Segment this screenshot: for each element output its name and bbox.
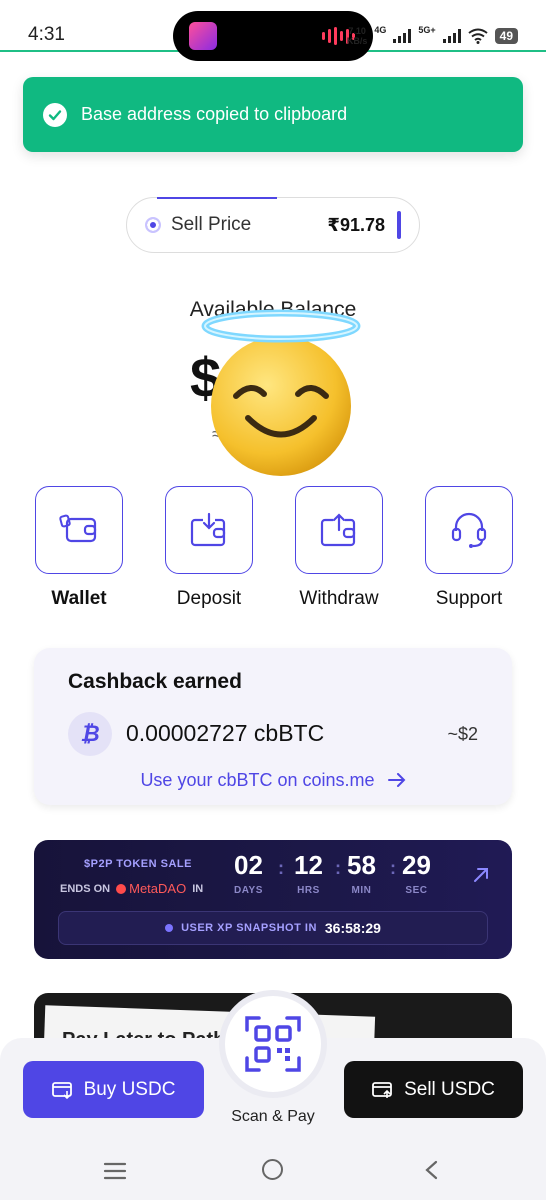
in-label: IN xyxy=(192,882,204,895)
countdown-hours-unit: HRS xyxy=(297,885,320,896)
card-out-icon xyxy=(372,1081,392,1098)
countdown-days: 02 DAYS xyxy=(234,850,263,896)
wallet-action[interactable]: Wallet xyxy=(34,486,124,610)
bitcoin-icon: ₿ xyxy=(68,712,112,756)
dynamic-island[interactable] xyxy=(173,11,373,61)
use-cbbtc-link[interactable]: Use your cbBTC on coins.me xyxy=(34,770,512,791)
quick-actions: Wallet Deposit Withdraw Support xyxy=(34,486,514,610)
support-label: Support xyxy=(435,588,503,609)
signal-icon-2 xyxy=(442,29,461,43)
signal-icon xyxy=(393,29,412,43)
home-icon[interactable] xyxy=(262,1159,283,1180)
wallet-label: Wallet xyxy=(51,588,107,609)
token-sale-banner[interactable]: $P2P TOKEN SALE ENDS ON MetaDAO IN 02 DA… xyxy=(34,840,512,959)
countdown-seconds-unit: SEC xyxy=(405,885,428,896)
deposit-action[interactable]: Deposit xyxy=(164,486,254,610)
countdown-minutes-value: 58 xyxy=(347,850,376,880)
countdown-minutes-unit: MIN xyxy=(351,885,372,896)
countdown-hours: 12 HRS xyxy=(294,850,323,896)
sale-ends-on: ENDS ON MetaDAO IN xyxy=(60,881,203,896)
countdown-hours-value: 12 xyxy=(294,850,323,880)
cashback-card: Cashback earned ₿ 0.00002727 cbBTC ~$2 U… xyxy=(34,648,512,805)
deposit-icon xyxy=(190,512,226,547)
buy-usdc-label: Buy USDC xyxy=(83,1078,176,1100)
card-in-icon xyxy=(51,1081,72,1099)
pill-progress-line xyxy=(157,197,277,199)
network-type-1: 4G xyxy=(374,25,387,35)
withdraw-label: Withdraw xyxy=(299,588,379,609)
status-time: 4:31 xyxy=(28,24,65,45)
recent-apps-icon[interactable] xyxy=(103,1162,127,1180)
metadao-dot-icon xyxy=(116,883,127,894)
countdown-seconds-value: 29 xyxy=(402,850,431,880)
use-cbbtc-link-text: Use your cbBTC on coins.me xyxy=(140,770,375,790)
deposit-button[interactable] xyxy=(165,486,253,574)
wallet-icon xyxy=(59,514,97,543)
qr-scan-icon xyxy=(245,1016,301,1072)
cashback-title: Cashback earned xyxy=(68,670,242,693)
countdown-days-value: 02 xyxy=(234,850,263,880)
scan-pay-label: Scan & Pay xyxy=(231,1108,315,1125)
countdown-separator: : xyxy=(335,858,341,878)
ends-on-label: ENDS ON xyxy=(60,882,111,895)
token-sale-title: $P2P TOKEN SALE xyxy=(84,858,192,870)
countdown-days-unit: DAYS xyxy=(234,885,263,896)
deposit-label: Deposit xyxy=(176,588,242,609)
status-icons: 7.10 KB/s 4G 5G+ 49 xyxy=(346,25,518,46)
cashback-usd: ~$2 xyxy=(447,724,478,744)
countdown-separator: : xyxy=(278,858,284,878)
metadao-logo: MetaDAO xyxy=(116,881,186,896)
scan-pay-button[interactable] xyxy=(219,990,327,1098)
support-action[interactable]: Support xyxy=(424,486,514,610)
network-speed: 7.10 KB/s xyxy=(346,26,368,46)
system-navigation-bar xyxy=(0,1140,546,1200)
countdown-minutes: 58 MIN xyxy=(347,850,376,896)
arrow-right-icon xyxy=(387,773,405,787)
xp-snapshot: USER XP SNAPSHOT IN 36:58:29 xyxy=(58,911,488,945)
withdraw-button[interactable] xyxy=(295,486,383,574)
radio-dot-icon xyxy=(145,217,161,233)
support-button[interactable] xyxy=(425,486,513,574)
price-label: Sell Price xyxy=(171,214,252,235)
countdown-seconds: 29 SEC xyxy=(402,850,431,896)
back-icon[interactable] xyxy=(424,1160,438,1180)
wifi-icon xyxy=(468,28,488,44)
withdraw-action[interactable]: Withdraw xyxy=(294,486,384,610)
price-toggle[interactable]: Sell Price ₹91.78 xyxy=(126,197,420,253)
withdraw-icon xyxy=(320,513,356,547)
snapshot-dot-icon xyxy=(165,924,174,932)
snapshot-value: 36:58:29 xyxy=(324,920,381,936)
sell-usdc-label: Sell USDC xyxy=(404,1078,495,1100)
external-arrow-icon[interactable] xyxy=(472,866,490,884)
network-type-2: 5G+ xyxy=(418,25,436,35)
status-bar: 4:31 7.10 KB/s 4G 5G+ 49 xyxy=(0,0,546,61)
cashback-amount: 0.00002727 cbBTC xyxy=(126,720,325,746)
metadao-brand: MetaDAO xyxy=(129,881,187,896)
headset-icon xyxy=(451,512,487,548)
price-indicator-bar xyxy=(397,211,401,239)
smiling-halo-emoji-icon xyxy=(201,309,361,476)
wallet-button[interactable] xyxy=(35,486,123,574)
media-thumbnail xyxy=(189,22,217,50)
toast-message: Base address copied to clipboard xyxy=(81,104,348,124)
check-icon xyxy=(43,102,67,127)
price-value: ₹91.78 xyxy=(327,214,385,235)
battery-indicator: 49 xyxy=(494,28,518,44)
copied-toast: Base address copied to clipboard xyxy=(23,77,523,152)
snapshot-label: USER XP SNAPSHOT IN xyxy=(181,922,317,934)
countdown-separator: : xyxy=(390,858,396,878)
